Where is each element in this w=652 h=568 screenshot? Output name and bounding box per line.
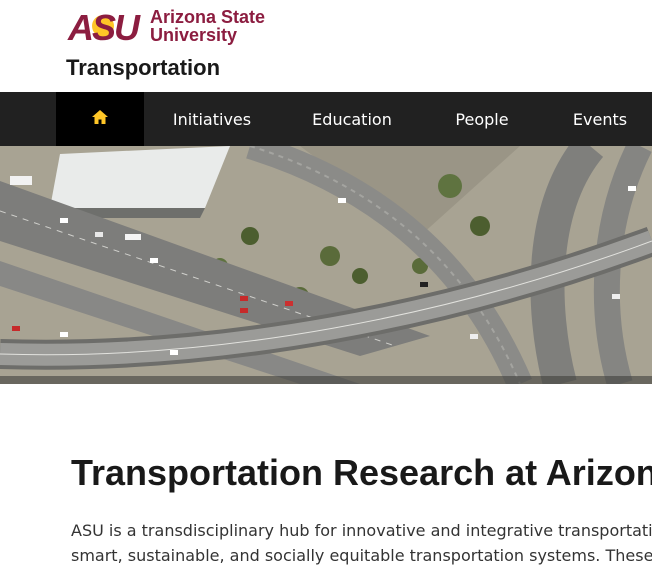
nav-item-education[interactable]: Education: [292, 92, 412, 146]
nav-item-initiatives[interactable]: Initiatives: [152, 92, 272, 146]
asu-logo-mark: ASU: [68, 7, 144, 48]
asu-logo-wordmark: Arizona State University: [150, 8, 265, 44]
home-icon: [91, 109, 109, 129]
unit-title[interactable]: Transportation: [66, 55, 220, 81]
intro-line-2: smart, sustainable, and socially equitab…: [71, 546, 652, 565]
nav-item-label: Education: [312, 109, 392, 129]
aerial-highway-image: [0, 146, 652, 384]
intro-text: ASU is a transdisciplinary hub for innov…: [71, 518, 652, 568]
logo-line-1: Arizona State: [150, 7, 266, 27]
nav-item-events[interactable]: Events: [560, 92, 640, 146]
asu-logo[interactable]: ASU Arizona State University: [68, 7, 265, 48]
hero-image: [0, 146, 652, 384]
site-header: ASU Arizona State University Transportat…: [0, 0, 652, 92]
logo-line-2: University: [150, 25, 238, 45]
asu-logo-letters: ASU: [68, 7, 140, 48]
intro-line-1: ASU is a transdisciplinary hub for innov…: [71, 521, 652, 540]
main-nav: Initiatives Education People Events: [0, 92, 652, 146]
nav-item-label: Initiatives: [172, 109, 252, 129]
nav-item-people[interactable]: People: [432, 92, 532, 146]
nav-item-label: Events: [572, 109, 628, 129]
nav-home[interactable]: [56, 92, 144, 146]
page-title: Transportation Research at Arizona: [71, 452, 652, 493]
nav-item-label: People: [455, 109, 509, 129]
